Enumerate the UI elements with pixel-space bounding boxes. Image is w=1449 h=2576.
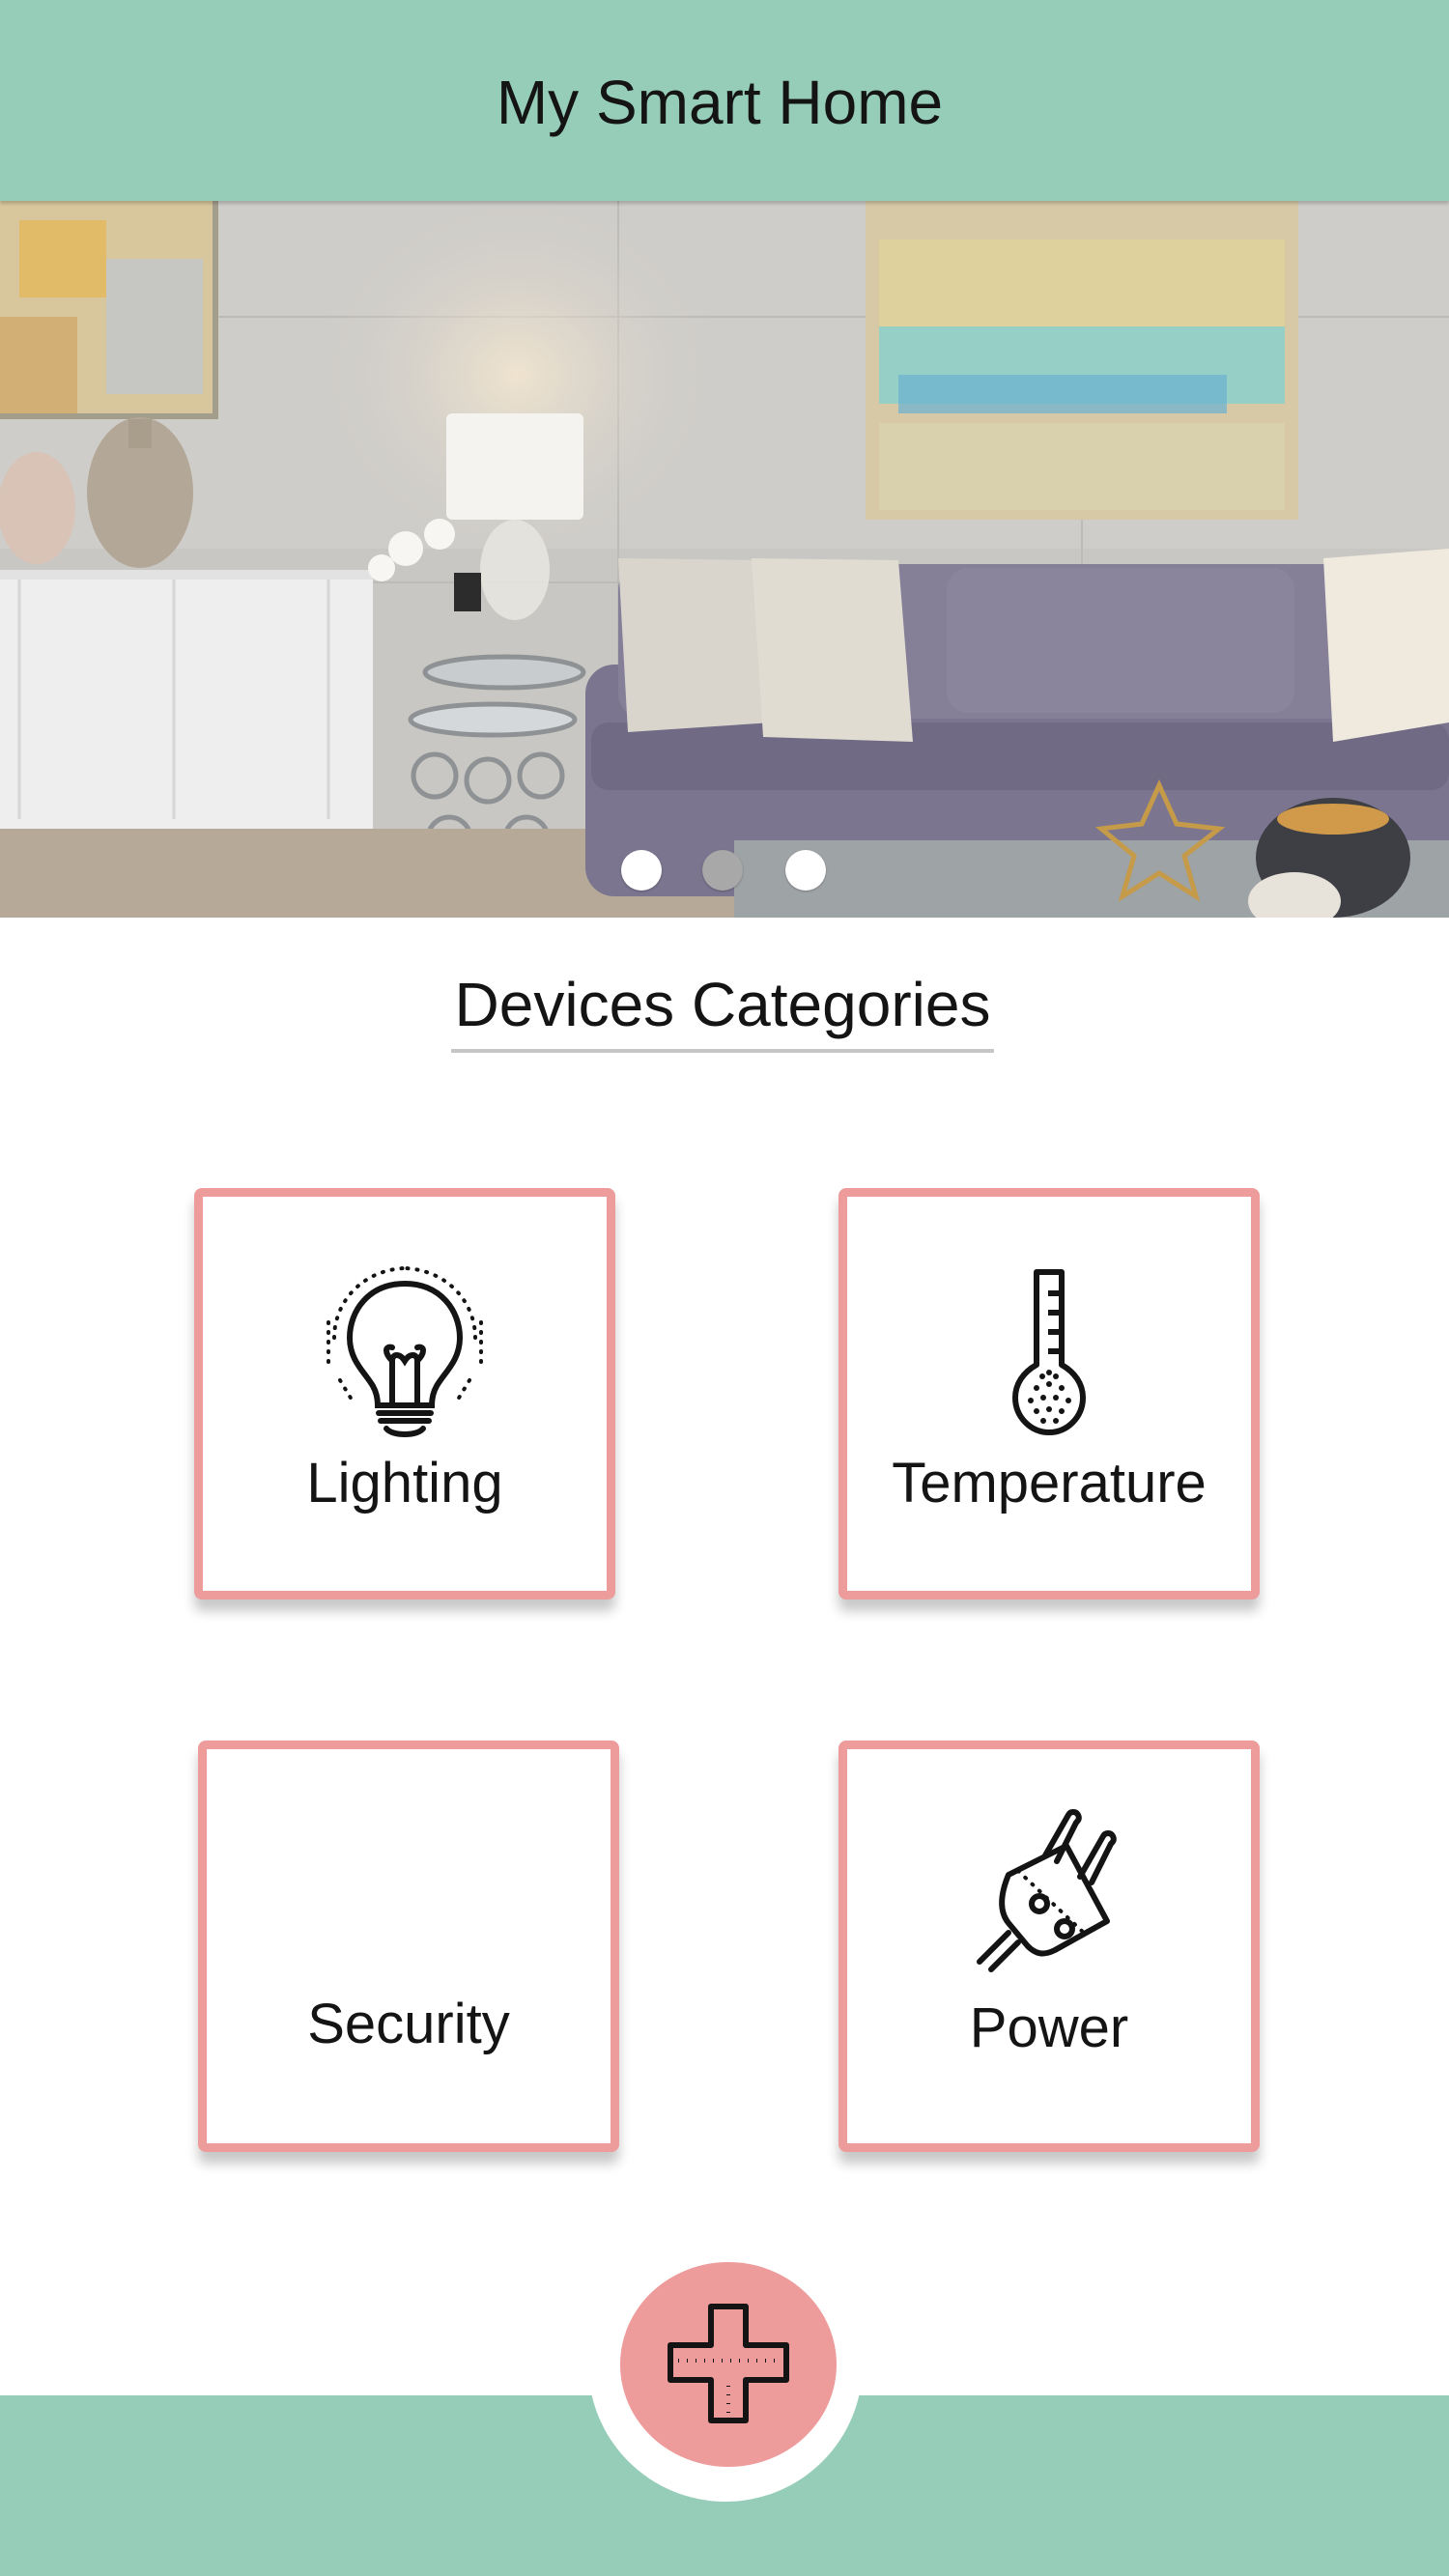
carousel-indicators (0, 846, 1449, 904)
category-card-lighting[interactable]: Lighting (194, 1188, 615, 1599)
app-title: My Smart Home (496, 68, 944, 137)
category-card-temperature[interactable]: Temperature (838, 1188, 1260, 1599)
category-label: Lighting (306, 1452, 503, 1514)
carousel-dot-3[interactable] (785, 850, 826, 891)
plus-icon (668, 2304, 789, 2423)
thermometer-icon (847, 1264, 1251, 1443)
light-bulb-icon (203, 1264, 607, 1443)
section-title: Devices Categories (454, 970, 991, 1039)
category-card-power[interactable]: Power (838, 1741, 1260, 2152)
carousel-dot-2[interactable] (702, 850, 743, 891)
category-label: Security (307, 1993, 510, 2055)
category-label: Power (969, 1996, 1129, 2059)
category-card-security[interactable]: Security (198, 1741, 619, 2152)
category-label: Temperature (892, 1452, 1207, 1514)
add-device-button[interactable] (620, 2262, 837, 2467)
living-room-photo (0, 201, 1449, 918)
hero-carousel[interactable] (0, 201, 1449, 918)
power-plug-icon (847, 1807, 1251, 1986)
app-header: My Smart Home (0, 0, 1449, 201)
section-underline (451, 1049, 994, 1053)
carousel-dot-1[interactable] (621, 850, 662, 891)
